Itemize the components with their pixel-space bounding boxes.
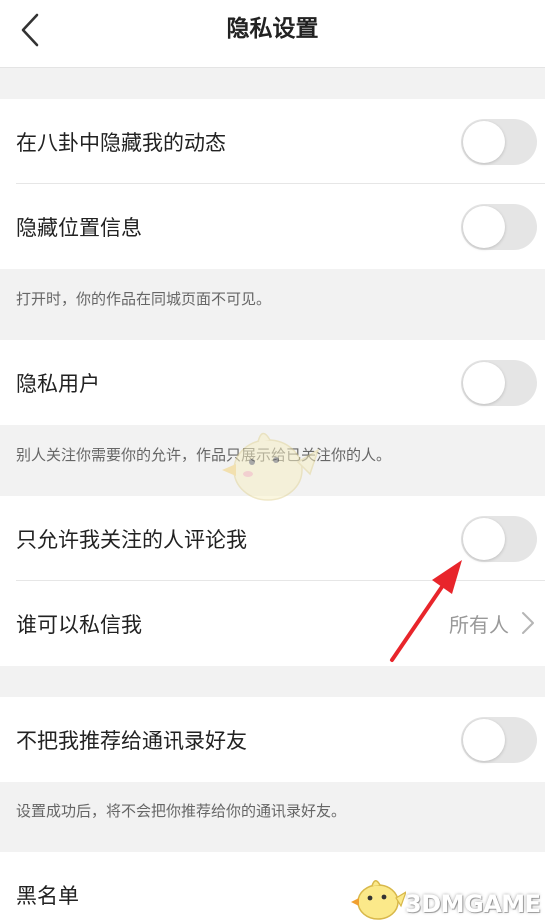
setting-row-private-user: 隐私用户 bbox=[0, 340, 545, 425]
toggle-knob bbox=[463, 718, 505, 761]
toggle-knob bbox=[463, 361, 505, 404]
setting-label-only-following-comment: 只允许我关注的人评论我 bbox=[16, 527, 247, 552]
setting-row-only-following-comment: 只允许我关注的人评论我 bbox=[0, 496, 545, 581]
toggle-hide-location[interactable] bbox=[461, 203, 537, 250]
setting-label-who-can-message: 谁可以私信我 bbox=[16, 612, 142, 637]
3dmgame-mascot-logo bbox=[351, 880, 406, 920]
setting-label-private-user: 隐私用户 bbox=[16, 371, 100, 396]
nav-bar: 隐私设置 bbox=[0, 0, 545, 68]
setting-row-no-recommend-contacts: 不把我推荐给通讯录好友 bbox=[0, 697, 545, 782]
hint-hide-location: 打开时，你的作品在同城页面不可见。 bbox=[16, 290, 272, 308]
setting-label-hide-in-gossip: 在八卦中隐藏我的动态 bbox=[16, 130, 226, 155]
toggle-no-recommend-contacts[interactable] bbox=[461, 716, 537, 763]
toggle-hide-in-gossip[interactable] bbox=[461, 118, 537, 165]
setting-label-hide-location: 隐藏位置信息 bbox=[16, 215, 142, 240]
toggle-private-user[interactable] bbox=[461, 359, 537, 406]
toggle-knob bbox=[463, 205, 505, 248]
hint-no-recommend-contacts: 设置成功后，将不会把你推荐给你的通讯录好友。 bbox=[16, 802, 347, 820]
watermark-text: 3DMGAME bbox=[405, 890, 541, 918]
setting-label-blacklist: 黑名单 bbox=[16, 883, 79, 908]
toggle-knob bbox=[463, 120, 505, 163]
setting-row-hide-in-gossip: 在八卦中隐藏我的动态 bbox=[0, 99, 545, 184]
toggle-only-following-comment[interactable] bbox=[461, 515, 537, 562]
toggle-knob bbox=[463, 517, 505, 560]
who-can-message-value: 所有人 bbox=[449, 613, 509, 637]
hint-private-user: 别人关注你需要你的允许，作品只展示给已关注你的人。 bbox=[16, 446, 392, 464]
mascot-watermark-icon bbox=[222, 432, 320, 501]
setting-label-no-recommend-contacts: 不把我推荐给通讯录好友 bbox=[16, 728, 247, 753]
page-title: 隐私设置 bbox=[226, 16, 319, 42]
setting-row-who-can-message[interactable]: 谁可以私信我 所有人 bbox=[0, 581, 545, 666]
setting-row-hide-location: 隐藏位置信息 bbox=[0, 184, 545, 269]
chevron-right-icon bbox=[522, 612, 534, 634]
